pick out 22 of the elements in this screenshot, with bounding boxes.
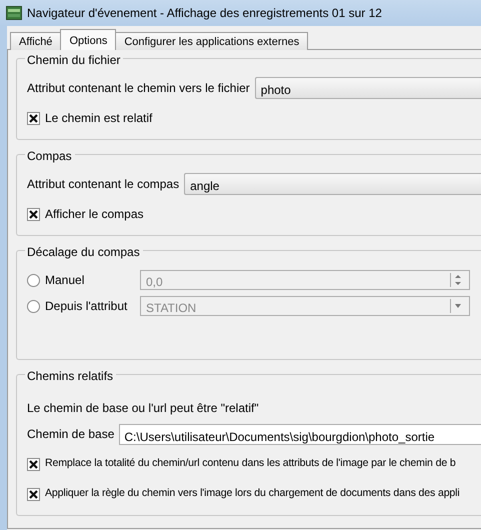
- tab[interactable]: Configurer les applications externes: [115, 32, 308, 50]
- tab[interactable]: Affiché: [10, 32, 62, 50]
- field-label: Attribut contenant le compas: [27, 176, 180, 193]
- radio-label: Depuis l'attribut: [45, 298, 128, 315]
- description-text: Le chemin de base ou l'url peut être "relatif": [27, 400, 259, 417]
- app-icon: [6, 6, 22, 20]
- checkbox-label: Le chemin est relatif: [45, 110, 152, 127]
- checkbox[interactable]: [27, 112, 40, 124]
- field-label: Attribut contenant le chemin vers le fichier: [27, 80, 250, 97]
- checkbox-label: Appliquer la règle du chemin vers l'image lors du chargement de documents dans des appli: [45, 486, 460, 502]
- dropdown[interactable]: photo: [254, 77, 481, 99]
- radio-label: Manuel: [45, 272, 86, 289]
- checkbox[interactable]: [27, 488, 40, 500]
- tab[interactable]: Options: [60, 29, 116, 50]
- checkbox-label: Remplace la totalité du chemin/url contenu dans les attributs de l'image par le chemin de b: [45, 456, 456, 472]
- dropdown[interactable]: angle: [184, 173, 481, 195]
- checkbox-label: Afficher le compas: [45, 206, 144, 223]
- checkbox[interactable]: [27, 208, 40, 220]
- field-label: Chemin de base: [27, 426, 114, 443]
- path-field[interactable]: C:\Users\utilisateur\Documents\sig\bourgdion\photo_sortie: [119, 424, 481, 444]
- checkbox[interactable]: [27, 458, 40, 470]
- window-title: Navigateur d'évenement - Affichage des enregistrements 01 sur 12: [27, 5, 382, 22]
